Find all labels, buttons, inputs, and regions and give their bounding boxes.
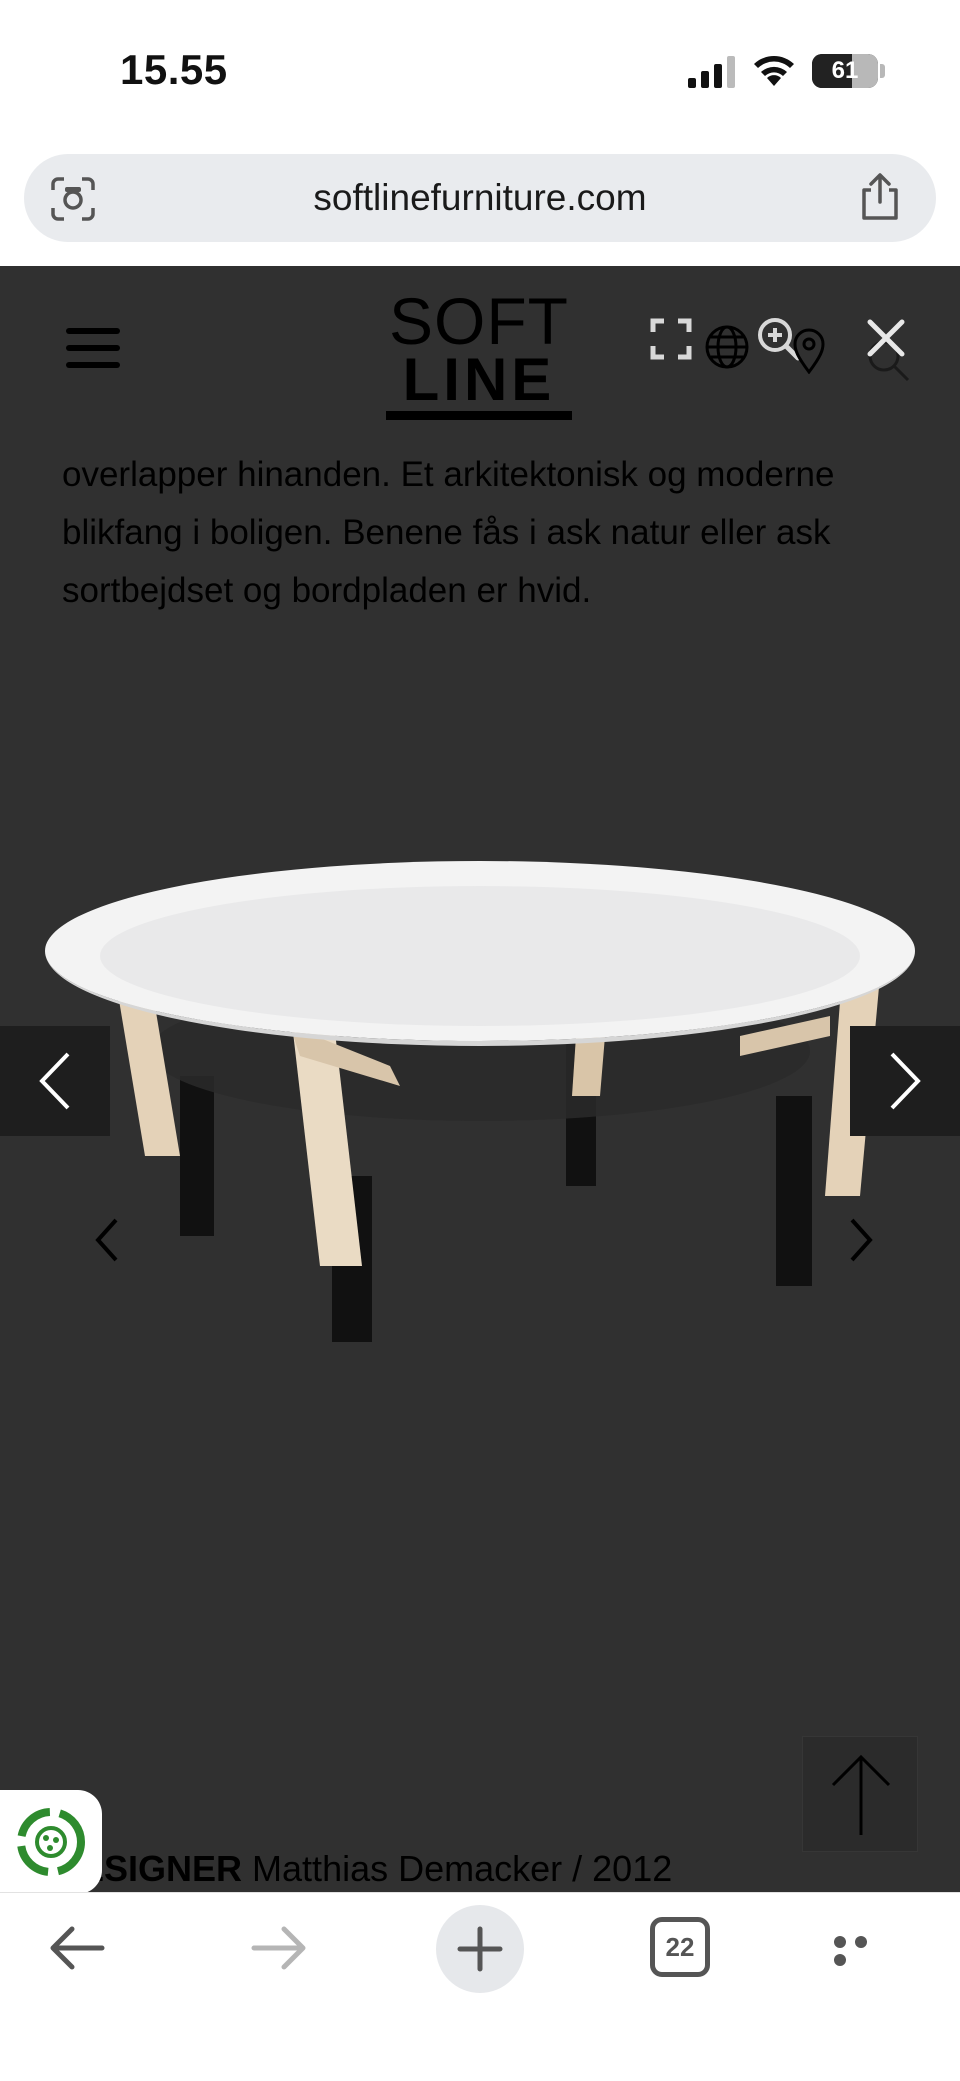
gallery-next-button[interactable] xyxy=(850,1026,960,1136)
eco-badge-icon xyxy=(17,1808,85,1876)
site-logo[interactable]: SOFT LINE xyxy=(384,284,574,420)
battery-icon: 61 xyxy=(812,54,878,88)
battery-level: 61 xyxy=(831,57,859,84)
menu-icon[interactable] xyxy=(66,328,120,372)
browser-toolbar: 22 xyxy=(0,1892,960,2081)
scroll-to-top-button[interactable] xyxy=(802,1736,918,1852)
plus-icon xyxy=(457,1926,503,1972)
eco-badge[interactable] xyxy=(0,1790,102,1892)
back-icon[interactable] xyxy=(46,1923,108,1973)
logo-line: LINE xyxy=(402,346,556,413)
logo-soft: SOFT xyxy=(389,284,569,358)
forward-icon[interactable] xyxy=(248,1923,310,1973)
wifi-icon xyxy=(754,56,794,86)
cellular-signal-icon xyxy=(688,56,735,88)
battery-tip xyxy=(880,64,885,78)
globe-icon[interactable] xyxy=(704,324,750,370)
tabs-button[interactable]: 22 xyxy=(650,1917,710,1977)
new-tab-button[interactable] xyxy=(436,1905,524,1993)
share-icon[interactable] xyxy=(856,172,904,222)
chevron-left-icon xyxy=(39,1052,70,1110)
address-bar[interactable]: softlinefurniture.com xyxy=(24,154,936,242)
product-gallery xyxy=(0,686,960,1786)
status-bar: 15.55 61 xyxy=(0,0,960,140)
url-text[interactable]: softlinefurniture.com xyxy=(24,154,936,242)
designer-credit: ESIGNER Matthias Demacker / 2012 xyxy=(80,1848,672,1890)
product-description: overlapper hinanden. Et arkitektonisk og… xyxy=(62,455,835,610)
designer-label: ESIGNER xyxy=(80,1848,243,1889)
designer-value: Matthias Demacker / 2012 xyxy=(242,1848,673,1889)
arrow-up-icon xyxy=(831,1754,891,1835)
close-icon[interactable] xyxy=(864,316,908,360)
gallery-prev-button[interactable] xyxy=(0,1026,110,1136)
logo-underline xyxy=(386,411,572,420)
status-time: 15.55 xyxy=(120,46,228,93)
product-image xyxy=(45,861,915,1342)
chevron-left-icon[interactable] xyxy=(88,1210,128,1270)
chevron-right-icon xyxy=(890,1052,921,1110)
chevron-right-icon[interactable] xyxy=(840,1210,880,1270)
expand-icon[interactable] xyxy=(650,318,692,360)
location-icon[interactable] xyxy=(792,328,826,374)
web-content: SOFT LINE overlapper hinanden. Et arkite… xyxy=(0,266,960,1892)
more-icon[interactable] xyxy=(834,1935,896,1966)
site-header: SOFT LINE xyxy=(0,266,960,436)
